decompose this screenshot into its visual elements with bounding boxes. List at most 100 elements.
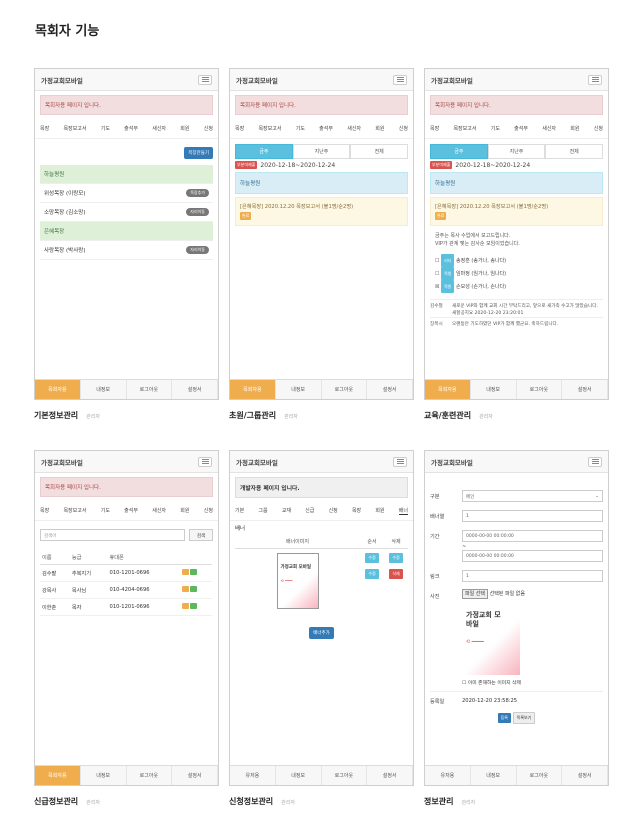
menu-item[interactable]: 출석부 [124,125,138,132]
hamburger-menu-icon[interactable] [393,74,407,85]
menu-item[interactable]: 목장 [430,125,439,132]
menu-item[interactable]: 회원 [375,507,384,515]
start-date-input[interactable]: 0000-00-00 00:00:00 [462,530,603,542]
type-select[interactable]: 메인 ⌄ [462,490,603,502]
add-group-button[interactable]: 목장만들기 [184,147,213,159]
footer-tab-myinfo[interactable]: 내정보 [275,766,322,785]
menu-item[interactable]: 기도 [491,125,500,132]
footer-tab-user[interactable]: 유저용 [425,766,471,785]
tab-last-week[interactable]: 지난주 [487,144,546,159]
group-row[interactable]: 은혜목장 [40,222,213,241]
group-info[interactable]: 하늘평원 [235,172,408,194]
menu-item[interactable]: 목장 [235,125,244,132]
order-input[interactable]: 1 [462,510,603,522]
tab-all[interactable]: 전체 [350,144,409,159]
hamburger-menu-icon[interactable] [198,456,212,467]
footer-tab-logout[interactable]: 로그아웃 [516,766,563,785]
menu-item[interactable]: 교재 [282,507,291,515]
edit-button[interactable]: 수정 [389,553,403,563]
group-row[interactable]: 하늘평원 [40,165,213,184]
menu-item[interactable]: 신청 [594,125,603,132]
status-badge[interactable]: 자리이동 [186,208,209,216]
delete-button[interactable]: 삭제 [389,569,403,579]
status-badge[interactable]: 자리이동 [186,246,209,254]
menu-item[interactable]: 목장보고서 [63,125,86,132]
footer-tab-pastor[interactable]: 목회자용 [230,380,276,399]
menu-item[interactable]: 신청 [329,507,338,515]
tab-last-week[interactable]: 지난주 [292,144,351,159]
menu-item[interactable]: 기도 [296,125,305,132]
menu-item[interactable]: 목장보고서 [453,125,476,132]
message-icon[interactable] [190,603,198,609]
add-banner-button[interactable]: 배너추가 [309,627,334,639]
save-button[interactable]: 등록 [497,713,511,723]
message-icon[interactable] [190,569,198,575]
menu-item[interactable]: 회원 [180,125,189,132]
menu-item[interactable]: 기도 [101,125,110,132]
menu-item[interactable]: 회원 [570,125,579,132]
search-input[interactable]: 검색어 [40,529,185,541]
tab-this-week[interactable]: 금주 [235,144,293,159]
order-button[interactable]: 수정 [365,569,379,579]
message-icon[interactable] [190,586,198,592]
footer-tab-myinfo[interactable]: 내정보 [275,380,322,399]
footer-tab-manual[interactable]: 설정서 [172,766,218,785]
hamburger-menu-icon[interactable] [198,74,212,85]
menu-item[interactable]: 새신자 [152,125,166,132]
order-button[interactable]: 수정 [365,553,379,563]
footer-tab-logout[interactable]: 로그아웃 [516,380,563,399]
menu-item[interactable]: 새신자 [542,125,556,132]
delete-image-checkbox[interactable]: ☐ 이미 존재하는 이미지 삭제 [462,679,603,686]
menu-item[interactable]: 목장 [352,507,361,515]
menu-item[interactable]: 목장보고서 [63,507,86,514]
footer-tab-manual[interactable]: 설정서 [367,766,413,785]
table-row[interactable]: 강목사 목사님 010-4204-0696 [40,581,212,599]
menu-item[interactable]: 회원 [180,507,189,514]
footer-tab-myinfo[interactable]: 내정보 [80,380,127,399]
menu-item[interactable]: 회원 [375,125,384,132]
menu-item[interactable]: 출석부 [514,125,528,132]
hamburger-menu-icon[interactable] [393,456,407,467]
footer-tab-logout[interactable]: 로그아웃 [321,380,368,399]
report-item[interactable]: [은혜목장] 2020.12.20 목장보고서 (불1명/순2명) 완료 [430,197,603,226]
menu-item[interactable]: 목장보고서 [258,125,281,132]
menu-item[interactable]: 새신자 [152,507,166,514]
menu-item[interactable]: 배너 [398,507,408,515]
menu-item[interactable]: 출석부 [319,125,333,132]
menu-item[interactable]: 기도 [101,507,110,514]
menu-item[interactable]: 목장 [40,125,49,132]
phone-icon[interactable] [182,603,190,609]
footer-tab-pastor[interactable]: 목회자용 [35,766,81,785]
footer-tab-manual[interactable]: 설정서 [562,766,608,785]
footer-tab-user[interactable]: 유저용 [230,766,276,785]
status-badge[interactable]: 목장추가 [186,189,209,197]
list-button[interactable]: 목록보기 [512,712,536,724]
footer-tab-logout[interactable]: 로그아웃 [126,766,173,785]
footer-tab-manual[interactable]: 설정서 [172,380,218,399]
file-select-button[interactable]: 파일 선택 [462,589,488,599]
menu-item[interactable]: 출석부 [124,507,138,514]
table-row[interactable]: 이한춘 목자 010-1201-0696 [40,598,212,616]
group-info[interactable]: 하늘평원 [430,172,603,194]
group-row[interactable]: 사랑목장 (박사랑) 자리이동 [40,241,213,260]
menu-item[interactable]: 새신자 [347,125,361,132]
table-row[interactable]: 김수팔 추복지기 010-1201-0696 [40,564,212,582]
phone-icon[interactable] [182,586,190,592]
tab-all[interactable]: 전체 [545,144,604,159]
footer-tab-pastor[interactable]: 목회자용 [425,380,471,399]
report-item[interactable]: [은혜목장] 2020.12.20 목장보고서 (불1명/순2명) 완료 [235,197,408,226]
footer-tab-pastor[interactable]: 목회자용 [35,380,81,399]
menu-item[interactable]: 목장 [40,507,49,514]
footer-tab-logout[interactable]: 로그아웃 [126,380,173,399]
footer-tab-myinfo[interactable]: 내정보 [470,766,517,785]
footer-tab-manual[interactable]: 설정서 [562,380,608,399]
tab-this-week[interactable]: 금주 [430,144,488,159]
footer-tab-manual[interactable]: 설정서 [367,380,413,399]
menu-item[interactable]: 신청 [399,125,408,132]
footer-tab-myinfo[interactable]: 내정보 [470,380,517,399]
menu-item[interactable]: 그룹 [258,507,267,515]
menu-item[interactable]: 신청 [204,507,213,514]
group-row[interactable]: 소망목장 (김소망) 자리이동 [40,203,213,222]
group-row[interactable]: 위성목장 (이랑모) 목장추가 [40,184,213,203]
link-input[interactable]: 1 [462,570,603,582]
